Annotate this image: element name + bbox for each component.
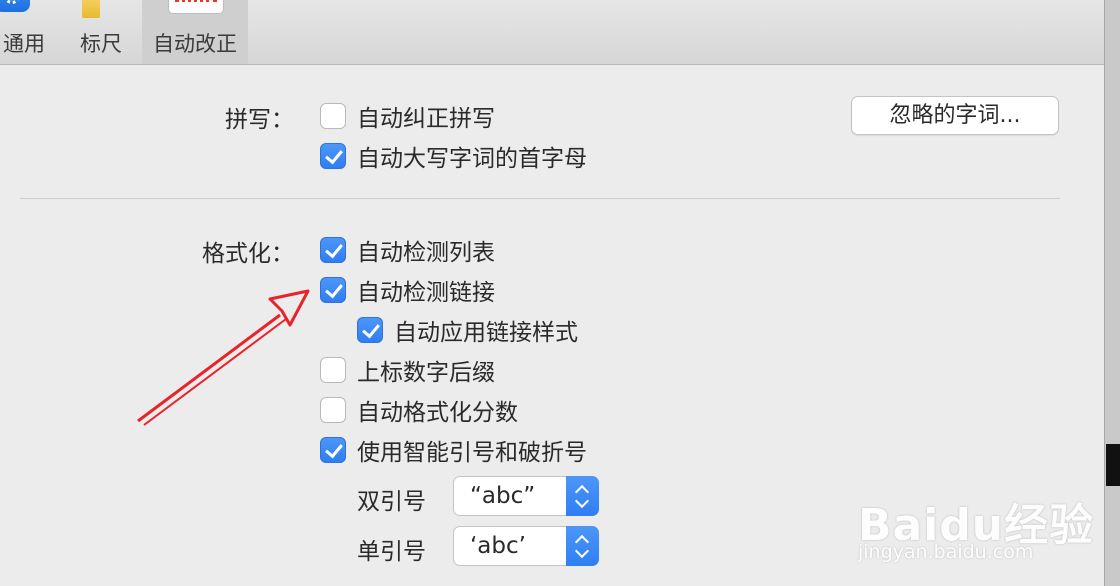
- toolbar-tab-ruler[interactable]: 标尺: [70, 0, 132, 64]
- capitalize-words-checkbox[interactable]: [320, 143, 346, 169]
- toolbar-tab-label: 自动改正: [153, 32, 237, 56]
- gear-icon: [0, 0, 30, 12]
- single-quotes-label: 单引号: [357, 539, 426, 565]
- autocorrect-spelling-checkbox[interactable]: [320, 103, 346, 129]
- section-divider: [20, 198, 1060, 199]
- single-quotes-value: ‘abc’: [470, 533, 526, 559]
- preferences-toolbar: 通用 标尺 自动改正: [0, 0, 1104, 65]
- ruler-icon: [82, 0, 100, 18]
- apply-link-style-checkbox[interactable]: [357, 317, 383, 343]
- autocorrect-icon: [168, 0, 224, 14]
- double-quotes-label: 双引号: [357, 489, 426, 515]
- single-quotes-select[interactable]: ‘abc’: [453, 526, 599, 566]
- checkbox-label: 自动大写字词的首字母: [357, 146, 587, 172]
- chevron-updown-icon[interactable]: [566, 476, 599, 516]
- checkbox-label: 上标数字后缀: [357, 360, 495, 386]
- detect-links-checkbox[interactable]: [320, 277, 346, 303]
- toolbar-tab-label: 通用: [3, 32, 45, 56]
- autocorrect-spelling-option[interactable]: 自动纠正拼写: [320, 100, 495, 132]
- format-fractions-checkbox[interactable]: [320, 397, 346, 423]
- superscript-suffix-option[interactable]: 上标数字后缀: [320, 354, 495, 386]
- background-window-edge: [1106, 444, 1120, 486]
- detect-links-option[interactable]: 自动检测链接: [320, 274, 495, 306]
- watermark-url: jingyan.baidu.com: [858, 541, 1034, 563]
- checkbox-label: 自动格式化分数: [357, 400, 518, 426]
- smart-quotes-checkbox[interactable]: [320, 437, 346, 463]
- checkbox-label: 自动检测列表: [357, 240, 495, 266]
- window-edge: [1104, 0, 1120, 586]
- smart-quotes-option[interactable]: 使用智能引号和破折号: [320, 434, 587, 466]
- checkbox-label: 自动纠正拼写: [357, 106, 495, 132]
- red-arrow-annotation: [137, 289, 310, 426]
- double-quotes-select[interactable]: “abc”: [453, 476, 599, 516]
- toolbar-tab-label: 标尺: [80, 32, 122, 56]
- superscript-suffix-checkbox[interactable]: [320, 357, 346, 383]
- formatting-section-label: 格式化：: [202, 241, 294, 267]
- ignored-words-button[interactable]: 忽略的字词...: [851, 96, 1059, 135]
- double-quotes-value: “abc”: [470, 483, 536, 509]
- detect-lists-checkbox[interactable]: [320, 237, 346, 263]
- chevron-updown-icon[interactable]: [566, 526, 599, 566]
- apply-link-style-option[interactable]: 自动应用链接样式: [357, 314, 578, 346]
- capitalize-words-option[interactable]: 自动大写字词的首字母: [320, 140, 587, 172]
- spelling-section-label: 拼写：: [225, 107, 294, 133]
- detect-lists-option[interactable]: 自动检测列表: [320, 234, 495, 266]
- checkbox-label: 使用智能引号和破折号: [357, 440, 587, 466]
- checkbox-label: 自动应用链接样式: [394, 320, 578, 346]
- toolbar-tab-general[interactable]: 通用: [0, 0, 54, 64]
- checkbox-label: 自动检测链接: [357, 280, 495, 306]
- format-fractions-option[interactable]: 自动格式化分数: [320, 394, 518, 426]
- toolbar-tab-autocorrect[interactable]: 自动改正: [142, 0, 248, 64]
- baidu-watermark: Baidu经验 jingyan.baidu.com: [858, 465, 1098, 575]
